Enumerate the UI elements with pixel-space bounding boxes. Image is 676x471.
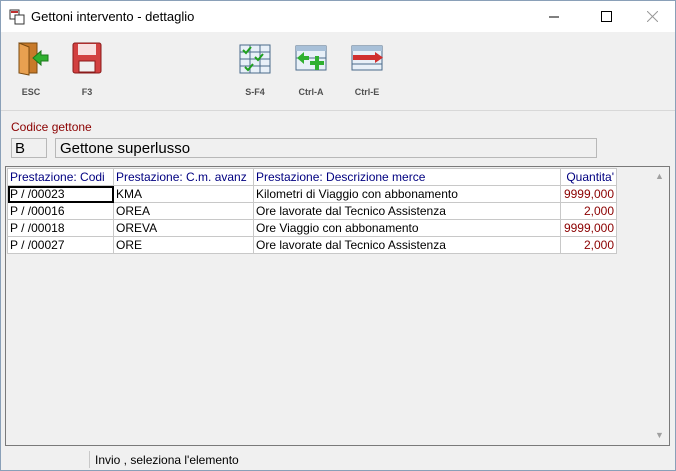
column-header-quantita[interactable]: Quantita' (560, 168, 617, 186)
scroll-up-arrow-icon[interactable]: ▲ (651, 168, 668, 185)
f3-save-button[interactable]: F3 (63, 40, 111, 106)
cell-quantita[interactable]: 2,000 (560, 236, 617, 254)
f3-label: F3 (81, 87, 93, 97)
exit-door-icon (18, 42, 49, 76)
cell-codice[interactable]: P / /00027 (7, 236, 114, 254)
grid-check-icon (239, 44, 271, 74)
table-row[interactable]: P / /00016 OREA Ore lavorate dal Tecnico… (7, 202, 617, 220)
table-row[interactable]: P / /00018 OREVA Ore Viaggio con abbonam… (7, 219, 617, 237)
title-bar: Gettoni intervento - dettaglio (1, 1, 675, 32)
maximize-icon (600, 11, 612, 22)
window: Gettoni intervento - dettaglio ESC F3 S-… (0, 0, 676, 471)
ctrla-label: Ctrl-A (298, 87, 324, 97)
column-header-descrizione[interactable]: Prestazione: Descrizione merce (253, 168, 561, 186)
cell-quantita[interactable]: 9999,000 (560, 185, 617, 203)
table-header-row: Prestazione: Codi Prestazione: C.m. avan… (7, 168, 617, 186)
cell-cm[interactable]: OREVA (113, 219, 254, 237)
app-icon (9, 9, 25, 25)
column-header-codice[interactable]: Prestazione: Codi (7, 168, 114, 186)
delete-row-button[interactable]: Ctrl-E (343, 40, 391, 106)
header-panel: Codice gettone B Gettone superlusso (2, 111, 674, 163)
delete-row-icon (351, 45, 383, 71)
cell-codice[interactable]: P / /00018 (7, 219, 114, 237)
table-row[interactable]: P / /00027 ORE Ore lavorate dal Tecnico … (7, 236, 617, 254)
close-icon (646, 11, 658, 22)
cell-cm[interactable]: KMA (113, 185, 254, 203)
add-row-button[interactable]: Ctrl-A (287, 40, 335, 106)
select-all-button[interactable]: S-F4 (231, 40, 279, 106)
sf4-label: S-F4 (245, 87, 265, 97)
cell-cm[interactable]: ORE (113, 236, 254, 254)
esc-button[interactable]: ESC (7, 40, 55, 106)
descrizione-gettone-field: Gettone superlusso (55, 138, 597, 158)
ctrle-label: Ctrl-E (354, 87, 380, 97)
prestazioni-table: Prestazione: Codi Prestazione: C.m. avan… (7, 168, 617, 254)
esc-label: ESC (21, 87, 41, 97)
minimize-button[interactable] (531, 1, 577, 32)
status-cell-empty (5, 451, 90, 468)
close-button[interactable] (629, 1, 675, 32)
vertical-scrollbar[interactable]: ▲ ▼ (651, 168, 668, 444)
cell-quantita[interactable]: 9999,000 (560, 219, 617, 237)
table-row[interactable]: P / /00023 KMA Kilometri di Viaggio con … (7, 185, 617, 203)
status-message: Invio , seleziona l'elemento (95, 453, 239, 467)
window-title: Gettoni intervento - dettaglio (31, 9, 195, 24)
codice-gettone-label: Codice gettone (11, 120, 92, 134)
status-bar: Invio , seleziona l'elemento (1, 449, 675, 470)
column-header-cm[interactable]: Prestazione: C.m. avanz (113, 168, 254, 186)
prestazioni-grid: Prestazione: Codi Prestazione: C.m. avan… (5, 166, 670, 446)
maximize-button[interactable] (583, 1, 629, 32)
cell-cm[interactable]: OREA (113, 202, 254, 220)
cell-descrizione[interactable]: Ore lavorate dal Tecnico Assistenza (253, 202, 561, 220)
toolbar: ESC F3 S-F4 Ctrl-A Ctrl-E (1, 32, 675, 111)
cell-quantita[interactable]: 2,000 (560, 202, 617, 220)
cell-codice[interactable]: P / /00016 (7, 202, 114, 220)
cell-codice[interactable]: P / /00023 (7, 185, 114, 203)
save-disk-icon (72, 42, 102, 74)
add-row-icon (295, 45, 327, 71)
cell-descrizione[interactable]: Ore Viaggio con abbonamento (253, 219, 561, 237)
cell-descrizione[interactable]: Ore lavorate dal Tecnico Assistenza (253, 236, 561, 254)
minimize-icon (548, 16, 559, 18)
scroll-down-arrow-icon[interactable]: ▼ (651, 427, 668, 444)
codice-gettone-field: B (11, 138, 47, 158)
cell-descrizione[interactable]: Kilometri di Viaggio con abbonamento (253, 185, 561, 203)
